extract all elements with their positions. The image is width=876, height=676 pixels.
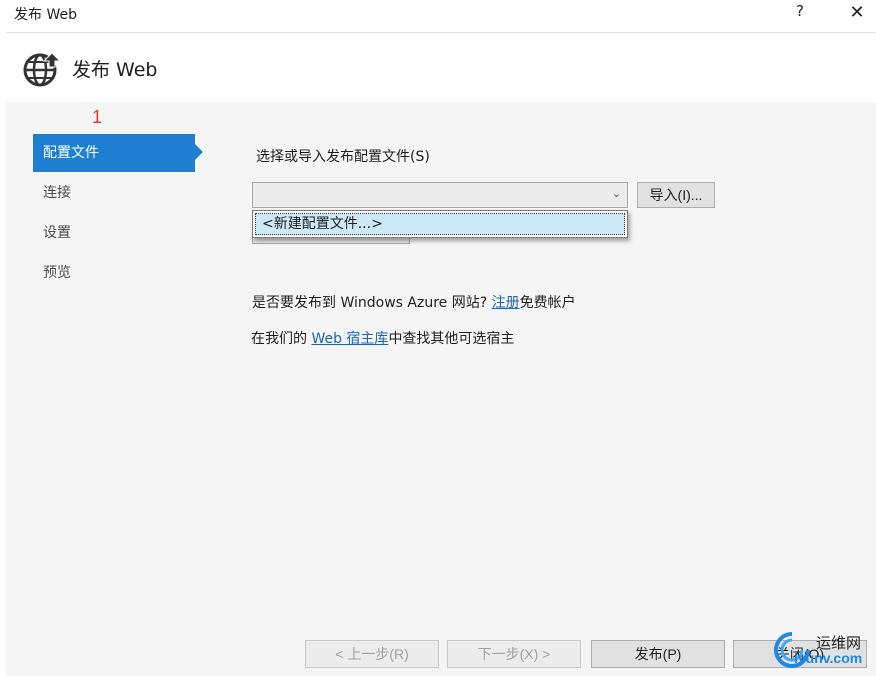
dropdown-option-new-profile[interactable]: <新建配置文件...> [255,213,625,235]
next-button[interactable]: 下一步(X) > [447,640,581,668]
register-link[interactable]: 注册 [492,295,520,311]
sidebar-item-connection[interactable]: 连接 [33,174,195,212]
azure-prompt-line: 是否要发布到 Windows Azure 网站? 注册免费帐户 [252,292,576,312]
active-nav-arrow [195,144,203,160]
watermark-text-url: iyunv.com [794,650,863,666]
profile-dropdown-list: <新建配置文件...> [252,210,628,238]
azure-prompt-text: 是否要发布到 Windows Azure 网站? [252,295,488,311]
sidebar-item-settings[interactable]: 设置 [33,214,195,252]
profile-section-label: 选择或导入发布配置文件(S) [256,149,430,165]
sidebar-item-preview[interactable]: 预览 [33,254,195,292]
publish-button[interactable]: 发布(P) [591,640,725,668]
title-bar: 发布 Web ? ✕ [0,0,876,28]
profile-combobox[interactable]: ⌄ [252,182,628,208]
watermark: 运维网 iyunv.com [772,630,872,670]
web-hosting-gallery-link[interactable]: Web 宿主库 [311,331,388,347]
close-window-button[interactable]: ✕ [846,2,868,24]
window-title: 发布 Web [14,7,77,23]
hosting-line: 在我们的 Web 宿主库中查找其他可选宿主 [251,328,514,348]
dialog-header: 发布 Web [6,32,876,102]
hosting-suffix-text: 中查找其他可选宿主 [388,331,515,347]
page-title: 发布 Web [72,59,158,81]
hosting-prefix-text: 在我们的 [251,331,307,347]
chevron-down-icon[interactable]: ⌄ [612,187,621,200]
sidebar-item-profile[interactable]: 配置文件 [33,134,195,172]
import-button[interactable]: 导入(I)... [637,182,715,208]
annotation-step-1: 1 [92,107,103,127]
help-button[interactable]: ? [790,2,810,24]
azure-suffix-text: 免费帐户 [519,295,576,311]
prev-button[interactable]: < 上一步(R) [305,640,439,668]
globe-publish-icon [23,52,62,87]
